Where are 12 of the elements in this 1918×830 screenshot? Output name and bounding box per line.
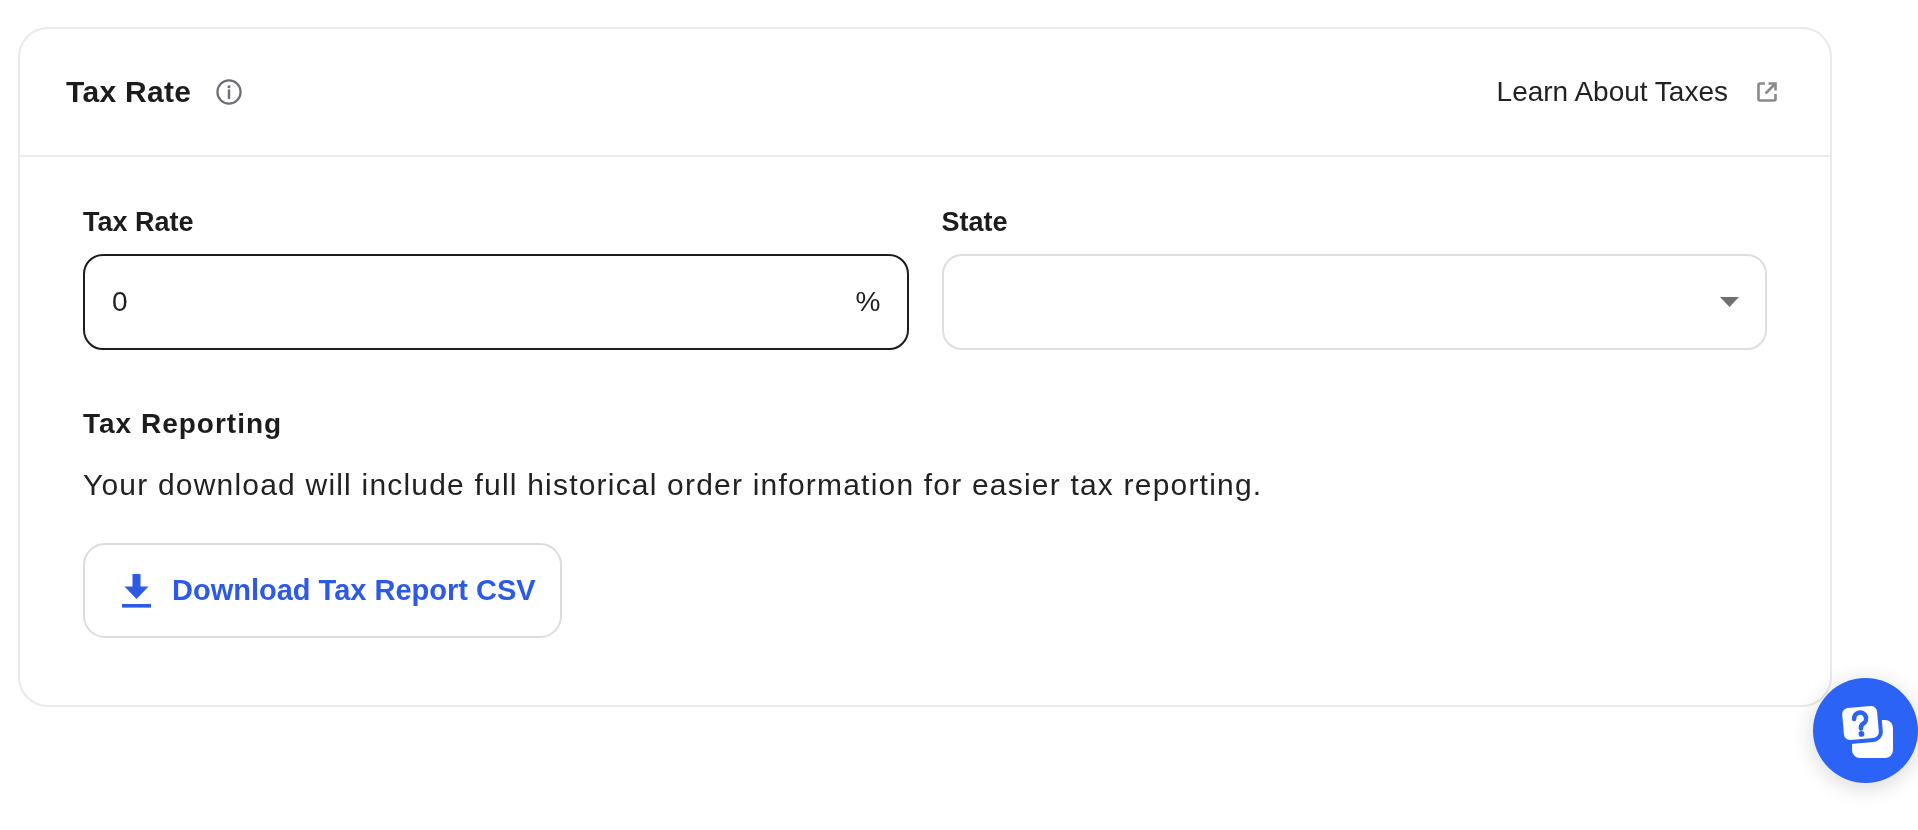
download-report-button[interactable]: Download Tax Report CSV (83, 543, 562, 638)
info-icon[interactable] (216, 79, 243, 105)
learn-about-taxes-link[interactable]: Learn About Taxes (1496, 75, 1779, 109)
download-icon (122, 573, 151, 608)
field-label: State (941, 206, 1009, 238)
caret-icon (1720, 297, 1739, 307)
field-label: Tax Rate (83, 206, 195, 238)
section-description: Your download will include full historical order information for easier tax reporting. (83, 467, 1264, 503)
external-link-icon (1755, 80, 1779, 104)
section-title: Tax Reporting (83, 407, 284, 441)
card-title: Tax Rate (66, 74, 192, 110)
unit-label: % (855, 285, 881, 319)
